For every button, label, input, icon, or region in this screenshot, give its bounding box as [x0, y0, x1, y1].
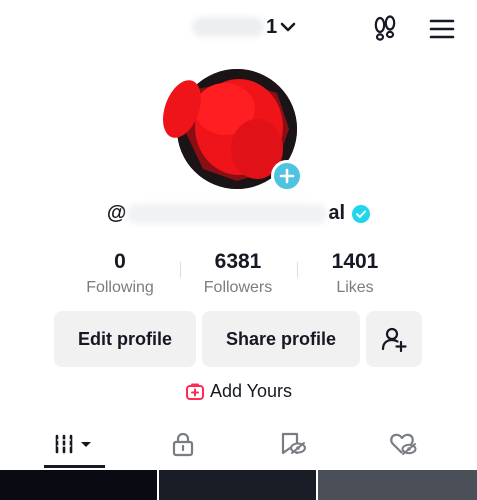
content-tabs [0, 420, 477, 470]
edit-profile-button[interactable]: Edit profile [54, 311, 196, 367]
caret-down-icon [81, 442, 91, 447]
account-switcher[interactable]: 1 [192, 14, 297, 40]
following-count: 0 [114, 250, 126, 273]
stat-divider [180, 262, 181, 278]
likes-label: Likes [336, 279, 374, 296]
handle-redacted [127, 203, 328, 224]
add-yours-link[interactable]: Add Yours [0, 381, 477, 402]
video-thumbnail[interactable] [318, 470, 477, 500]
add-avatar-button[interactable] [271, 160, 303, 192]
active-tab-indicator [44, 465, 105, 468]
profile-handle: @ al [0, 202, 477, 225]
add-yours-icon [185, 383, 204, 400]
followers-count: 6381 [214, 250, 262, 273]
tab-videos[interactable] [35, 420, 115, 468]
profile-actions: Edit profile Share profile [0, 311, 477, 367]
avatar-container [155, 65, 305, 193]
stat-likes[interactable]: 1401 Likes [295, 250, 415, 298]
menu-button[interactable] [427, 14, 457, 44]
video-thumbnail[interactable] [0, 470, 157, 500]
plus-icon [279, 168, 295, 184]
handle-prefix: @ [106, 202, 127, 224]
stat-followers[interactable]: 6381 Followers [178, 250, 298, 298]
footprints-icon [374, 15, 396, 41]
add-user-icon [381, 327, 407, 353]
chevron-down-icon [280, 22, 296, 32]
top-bar: 1 [0, 0, 477, 56]
stat-following[interactable]: 0 Following [60, 250, 180, 298]
footprints-button[interactable] [370, 14, 400, 44]
video-grid [0, 470, 477, 500]
video-thumbnail[interactable] [159, 470, 316, 500]
add-friend-button[interactable] [366, 311, 422, 367]
hamburger-menu-icon [429, 19, 455, 39]
add-yours-label: Add Yours [209, 381, 293, 401]
following-label: Following [86, 279, 154, 296]
tab-private[interactable] [143, 420, 223, 468]
username-tail: 1 [266, 15, 278, 38]
stat-divider [297, 262, 298, 278]
grid-icon [55, 434, 91, 454]
verified-badge-icon [352, 204, 371, 223]
share-profile-button[interactable]: Share profile [202, 311, 360, 367]
likes-count: 1401 [331, 250, 379, 273]
lock-icon [172, 432, 194, 457]
tab-liked[interactable] [363, 420, 443, 468]
tab-reposts[interactable] [253, 420, 333, 468]
username-redacted [192, 17, 264, 37]
repost-icon [281, 432, 306, 455]
handle-tail: al [328, 202, 346, 224]
profile-stats: 0 Following 6381 Followers 1401 Likes [0, 250, 477, 300]
followers-label: Followers [203, 279, 273, 296]
liked-icon [390, 433, 417, 455]
